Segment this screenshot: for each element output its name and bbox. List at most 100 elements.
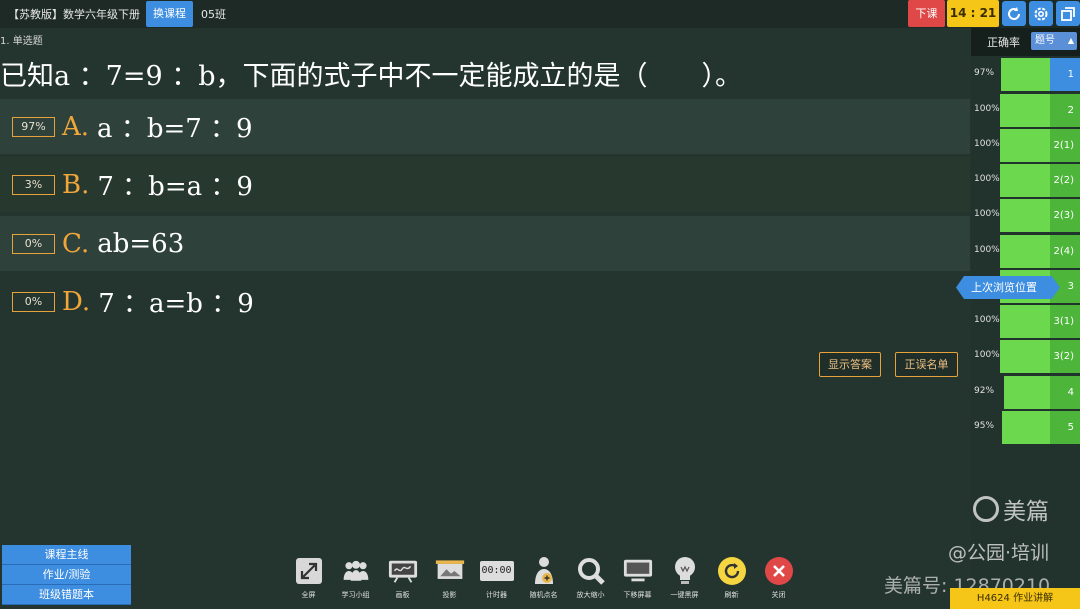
row-accuracy-bar (1000, 129, 1050, 162)
row-accuracy-bar (1000, 305, 1050, 338)
row-accuracy-bar (1000, 164, 1050, 197)
tool-label: 关闭 (771, 591, 786, 599)
row-accuracy-bar (1000, 94, 1050, 127)
tool-label: 全屏 (301, 591, 316, 599)
tool-label: 一键黑屏 (670, 591, 699, 599)
magnifier-icon (576, 556, 606, 586)
option-d[interactable]: 0% D. 7 ：a=b ：9 (0, 274, 970, 329)
window-button[interactable] (1056, 1, 1080, 26)
row-accuracy: 100% (974, 174, 1000, 184)
study-group-button[interactable]: 学习小组 (332, 556, 379, 600)
question-row[interactable]: 100% 3(1) (971, 305, 1080, 338)
refresh-icon (1008, 6, 1020, 20)
question-row[interactable]: 95% 5 (971, 411, 1080, 444)
option-percent: 97% (12, 116, 55, 137)
blackout-bulb-icon (670, 556, 700, 586)
option-text: 7 ：b=a ：9 (97, 172, 253, 202)
row-number: 2(2) (1050, 164, 1080, 197)
row-accuracy-bar (1000, 340, 1050, 373)
option-letter: C. (62, 228, 90, 259)
drawing-board-button[interactable]: 画板 (379, 556, 426, 600)
course-title: 【苏教版】数学六年级下册 (8, 8, 140, 21)
close-tool-button[interactable]: 关闭 (755, 556, 802, 600)
option-text: 7 ：a=b ：9 (98, 289, 254, 319)
tool-label: 计时器 (486, 591, 507, 599)
timer-display: 00:00 (479, 561, 514, 581)
class-timer: 14 : 21 (947, 0, 999, 27)
class-mistakes-button[interactable]: 班级错题本 (2, 585, 131, 605)
row-accuracy: 100% (974, 139, 1000, 149)
wrong-list-button[interactable]: 正误名单 (895, 352, 958, 377)
row-number: 3(1) (1050, 305, 1080, 338)
group-icon (341, 556, 371, 586)
question-stem: 已知a ：7=9 ：b，下面的式子中不一定能成立的是（ ）。 (0, 61, 743, 92)
fullscreen-icon (294, 556, 324, 586)
refresh-button[interactable] (1002, 1, 1026, 26)
projection-icon (435, 556, 465, 586)
fullscreen-button[interactable]: 全屏 (285, 556, 332, 600)
random-call-icon (529, 556, 559, 586)
accuracy-label: 正确率 (987, 36, 1020, 49)
option-a[interactable]: 97% A. a ：b=7 ：9 (0, 99, 970, 154)
close-icon (764, 556, 794, 586)
blackout-button[interactable]: 一键黑屏 (661, 556, 708, 600)
question-row[interactable]: 100% 2(3) (971, 199, 1080, 232)
option-text: ab=63 (97, 228, 185, 259)
timer-icon: 00:00 (479, 556, 514, 586)
question-row[interactable]: 100% 2 (971, 94, 1080, 127)
option-c[interactable]: 0% C. ab=63 (0, 216, 970, 271)
row-accuracy: 100% (974, 350, 1000, 360)
gear-icon (1034, 7, 1048, 20)
tool-label: 画板 (395, 591, 410, 599)
sort-select-label: 题号 (1035, 35, 1055, 46)
class-name[interactable]: 05班 (201, 6, 226, 22)
question-type: 1. 单选题 (0, 36, 43, 47)
question-row[interactable]: 97% 1 (971, 58, 1080, 91)
last-viewed-position-marker[interactable]: 上次浏览位置 (956, 276, 1060, 299)
move-screen-down-button[interactable]: 下移屏幕 (614, 556, 661, 600)
row-accuracy: 97% (974, 68, 995, 78)
row-accuracy: 100% (974, 245, 1000, 255)
watermark-logo: 美篇 (973, 492, 1049, 526)
refresh-icon (717, 556, 747, 586)
switch-course-button[interactable]: 换课程 (146, 1, 193, 27)
zoom-button[interactable]: 放大缩小 (567, 556, 614, 600)
row-accuracy: 92% (974, 386, 995, 396)
row-number: 3(2) (1050, 340, 1080, 373)
option-b[interactable]: 3% B. 7 ：b=a ：9 (0, 157, 970, 212)
question-row[interactable]: 100% 3(2) (971, 340, 1080, 373)
tool-label: 放大缩小 (576, 591, 605, 599)
row-number: 2(1) (1050, 129, 1080, 162)
projection-button[interactable]: 投影 (426, 556, 473, 600)
option-text: a ：b=7 ：9 (97, 114, 253, 144)
row-number: 2(3) (1050, 199, 1080, 232)
course-main-button[interactable]: 课程主线 (2, 545, 131, 565)
option-percent: 0% (12, 233, 55, 254)
watermark-logo-icon (973, 496, 999, 522)
question-row[interactable]: 100% 2(2) (971, 164, 1080, 197)
tool-label: 下移屏幕 (623, 591, 652, 599)
sort-arrows-icon: ▲ (1067, 36, 1074, 45)
homework-test-button[interactable]: 作业/测验 (2, 565, 131, 585)
question-row[interactable]: 100% 2(1) (971, 129, 1080, 162)
tool-label: 投影 (442, 591, 457, 599)
question-row[interactable]: 100% 2(4) (971, 235, 1080, 268)
tool-label: 刷新 (724, 591, 739, 599)
timer-tool-button[interactable]: 00:00 计时器 (473, 556, 520, 600)
row-number: 2 (1050, 94, 1080, 127)
watermark-account: @公园·培训 (948, 542, 1050, 564)
row-accuracy: 100% (974, 104, 1000, 114)
random-call-button[interactable]: 随机点名 (520, 556, 567, 600)
sort-select[interactable]: 题号 ▲ (1031, 32, 1077, 50)
question-row[interactable]: 92% 4 (971, 376, 1080, 409)
row-number: 5 (1050, 411, 1080, 444)
drawing-board-icon (388, 556, 418, 586)
end-class-button[interactable]: 下课 (908, 0, 945, 27)
row-accuracy: 95% (974, 421, 995, 431)
settings-button[interactable] (1029, 1, 1053, 26)
homework-review-badge[interactable]: H4624 作业讲解 (950, 588, 1080, 609)
tool-label: 学习小组 (341, 591, 370, 599)
window-restore-icon (1061, 6, 1075, 21)
refresh-tool-button[interactable]: 刷新 (708, 556, 755, 600)
show-answer-button[interactable]: 显示答案 (819, 352, 881, 377)
